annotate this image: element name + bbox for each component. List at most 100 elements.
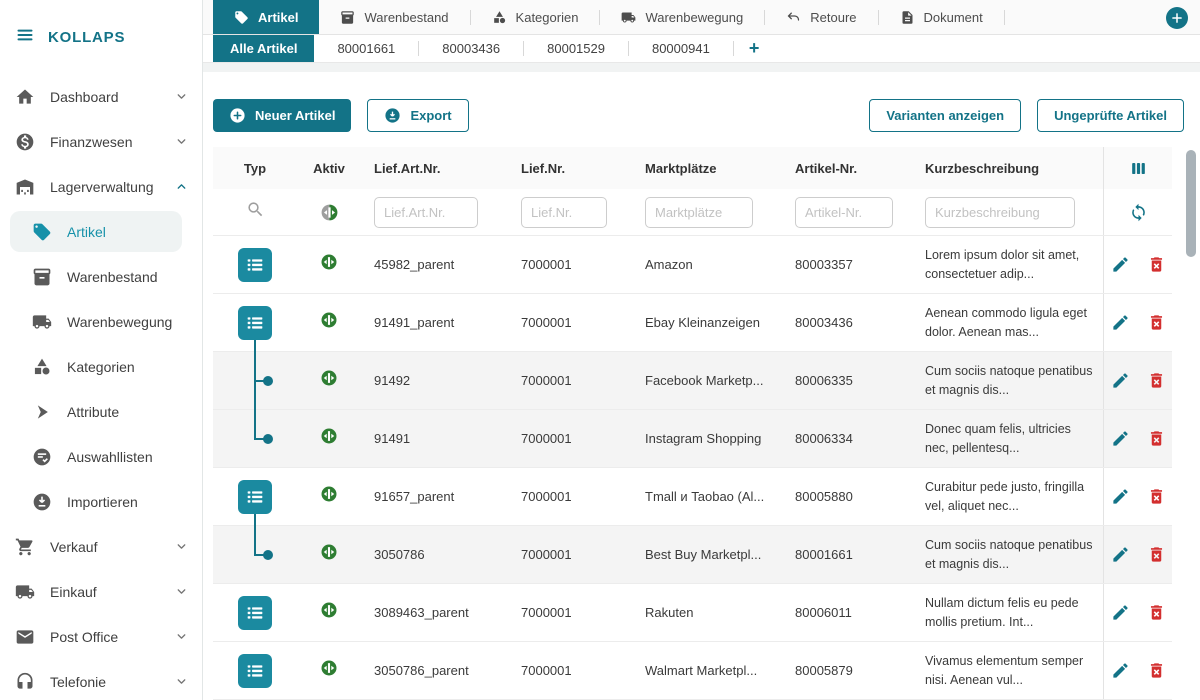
tab-warenbestand[interactable]: Warenbestand	[319, 0, 469, 34]
tab-article-80000941[interactable]: 80000941	[629, 35, 733, 62]
add-article-tab-button[interactable]: +	[734, 35, 775, 62]
export-button[interactable]: Export	[367, 99, 468, 132]
header-aktiv[interactable]: Aktiv	[297, 161, 361, 176]
filter-artikel-nr-input[interactable]	[795, 197, 893, 228]
truck-icon	[31, 312, 53, 332]
module-tab-bar: Artikel Warenbestand Kategorien Warenbew…	[203, 0, 1200, 35]
edit-button[interactable]	[1109, 311, 1132, 334]
filter-lief-nr-input[interactable]	[521, 197, 607, 228]
tab-dokument[interactable]: Dokument	[879, 0, 1004, 34]
sidebar-item-dashboard[interactable]: Dashboard	[0, 74, 202, 119]
sidebar-item-auswahllisten[interactable]: Auswahllisten	[0, 434, 202, 479]
cell-lief-art-nr: 3050786	[361, 547, 508, 562]
sidebar-item-lagerverwaltung[interactable]: Lagerverwaltung	[0, 164, 202, 209]
cell-marktplatz: Best Buy Marketpl...	[632, 547, 782, 562]
sidebar-item-post-office[interactable]: Post Office	[0, 614, 202, 659]
tab-artikel[interactable]: Artikel	[213, 0, 319, 34]
header-kurzbeschreibung[interactable]: Kurzbeschreibung	[912, 161, 1103, 176]
unchecked-articles-button[interactable]: Ungeprüfte Artikel	[1037, 99, 1184, 132]
column-settings-button[interactable]	[1127, 157, 1150, 180]
divider-strip	[203, 63, 1200, 72]
filter-kurzbeschreibung-input[interactable]	[925, 197, 1075, 228]
sidebar-item-warenbewegung[interactable]: Warenbewegung	[0, 299, 202, 344]
tab-alle-artikel[interactable]: Alle Artikel	[213, 35, 314, 62]
sidebar-item-kategorien[interactable]: Kategorien	[0, 344, 202, 389]
refresh-button[interactable]	[1127, 201, 1150, 224]
header-artikel-nr[interactable]: Artikel-Nr.	[782, 161, 912, 176]
header-marktplaetze[interactable]: Marktplätze	[632, 161, 782, 176]
tab-kategorien[interactable]: Kategorien	[471, 0, 600, 34]
sidebar-item-einkauf[interactable]: Einkauf	[0, 569, 202, 614]
show-variants-button[interactable]: Varianten anzeigen	[869, 99, 1021, 132]
hamburger-menu-icon[interactable]	[15, 25, 35, 50]
tab-warenbewegung[interactable]: Warenbewegung	[600, 0, 764, 34]
cell-lief-nr: 7000001	[508, 605, 632, 620]
article-list-button[interactable]	[238, 248, 272, 282]
filter-marktplaetze-input[interactable]	[645, 197, 753, 228]
table-row-child: 91491 7000001 Instagram Shopping 8000633…	[213, 410, 1172, 468]
table-row: 91491_parent 7000001 Ebay Kleinanzeigen …	[213, 294, 1172, 352]
plus-icon	[1170, 11, 1184, 25]
tag-icon	[31, 222, 53, 242]
sidebar-item-telefonie[interactable]: Telefonie	[0, 659, 202, 700]
sidebar-item-verkauf[interactable]: Verkauf	[0, 524, 202, 569]
active-status-icon[interactable]	[320, 601, 338, 624]
add-module-button[interactable]	[1166, 7, 1188, 29]
active-status-icon[interactable]	[320, 427, 338, 450]
header-typ[interactable]: Typ	[213, 147, 297, 189]
active-status-icon[interactable]	[320, 485, 338, 508]
table-row: 3050786_parent 7000001 Walmart Marketpl.…	[213, 642, 1172, 700]
delete-button[interactable]	[1145, 311, 1168, 334]
sidebar-item-importieren[interactable]: Importieren	[0, 479, 202, 524]
delete-button[interactable]	[1145, 253, 1168, 276]
delete-button[interactable]	[1145, 601, 1168, 624]
edit-button[interactable]	[1109, 427, 1132, 450]
cell-marktplatz: Ebay Kleinanzeigen	[632, 315, 782, 330]
vertical-scrollbar-thumb[interactable]	[1186, 150, 1196, 257]
active-status-icon[interactable]	[320, 543, 338, 566]
list-icon	[244, 660, 266, 682]
cell-marktplatz: Tmall и Taobao (Al...	[632, 489, 782, 504]
article-list-button[interactable]	[238, 596, 272, 630]
cell-lief-nr: 7000001	[508, 663, 632, 678]
arrow-icon	[31, 402, 53, 422]
edit-button[interactable]	[1109, 253, 1132, 276]
active-status-icon[interactable]	[320, 311, 338, 334]
delete-button[interactable]	[1145, 485, 1168, 508]
active-filter-icon	[320, 203, 339, 222]
shapes-icon	[31, 357, 53, 377]
sidebar-item-warenbestand[interactable]: Warenbestand	[0, 254, 202, 299]
tab-article-80001529[interactable]: 80001529	[524, 35, 628, 62]
article-list-button[interactable]	[238, 654, 272, 688]
header-lief-nr[interactable]: Lief.Nr.	[508, 161, 632, 176]
sidebar-item-attribute[interactable]: Attribute	[0, 389, 202, 434]
list-icon	[244, 486, 266, 508]
header-lief-art-nr[interactable]: Lief.Art.Nr.	[361, 161, 508, 176]
filter-lief-art-nr-input[interactable]	[374, 197, 478, 228]
sidebar-item-artikel[interactable]: Artikel	[10, 211, 182, 252]
edit-button[interactable]	[1109, 369, 1132, 392]
delete-button[interactable]	[1145, 427, 1168, 450]
edit-button[interactable]	[1109, 543, 1132, 566]
edit-button[interactable]	[1109, 485, 1132, 508]
active-status-icon[interactable]	[320, 253, 338, 276]
tab-article-80003436[interactable]: 80003436	[419, 35, 523, 62]
tab-article-80001661[interactable]: 80001661	[314, 35, 418, 62]
article-list-button[interactable]	[238, 480, 272, 514]
edit-icon	[1111, 545, 1130, 564]
new-article-button[interactable]: Neuer Artikel	[213, 99, 351, 132]
edit-button[interactable]	[1109, 601, 1132, 624]
delete-button[interactable]	[1145, 543, 1168, 566]
active-status-icon[interactable]	[320, 659, 338, 682]
delete-button[interactable]	[1145, 659, 1168, 682]
active-status-icon[interactable]	[320, 369, 338, 392]
chevron-down-icon	[175, 540, 188, 553]
sidebar-item-finanzwesen[interactable]: Finanzwesen	[0, 119, 202, 164]
edit-button[interactable]	[1109, 659, 1132, 682]
cell-kurzbeschreibung: Aenean commodo ligula eget dolor. Aenean…	[912, 304, 1103, 340]
edit-icon	[1111, 603, 1130, 622]
article-list-button[interactable]	[238, 306, 272, 340]
active-filter-toggle[interactable]	[318, 201, 341, 224]
delete-button[interactable]	[1145, 369, 1168, 392]
tab-retoure[interactable]: Retoure	[765, 0, 877, 34]
